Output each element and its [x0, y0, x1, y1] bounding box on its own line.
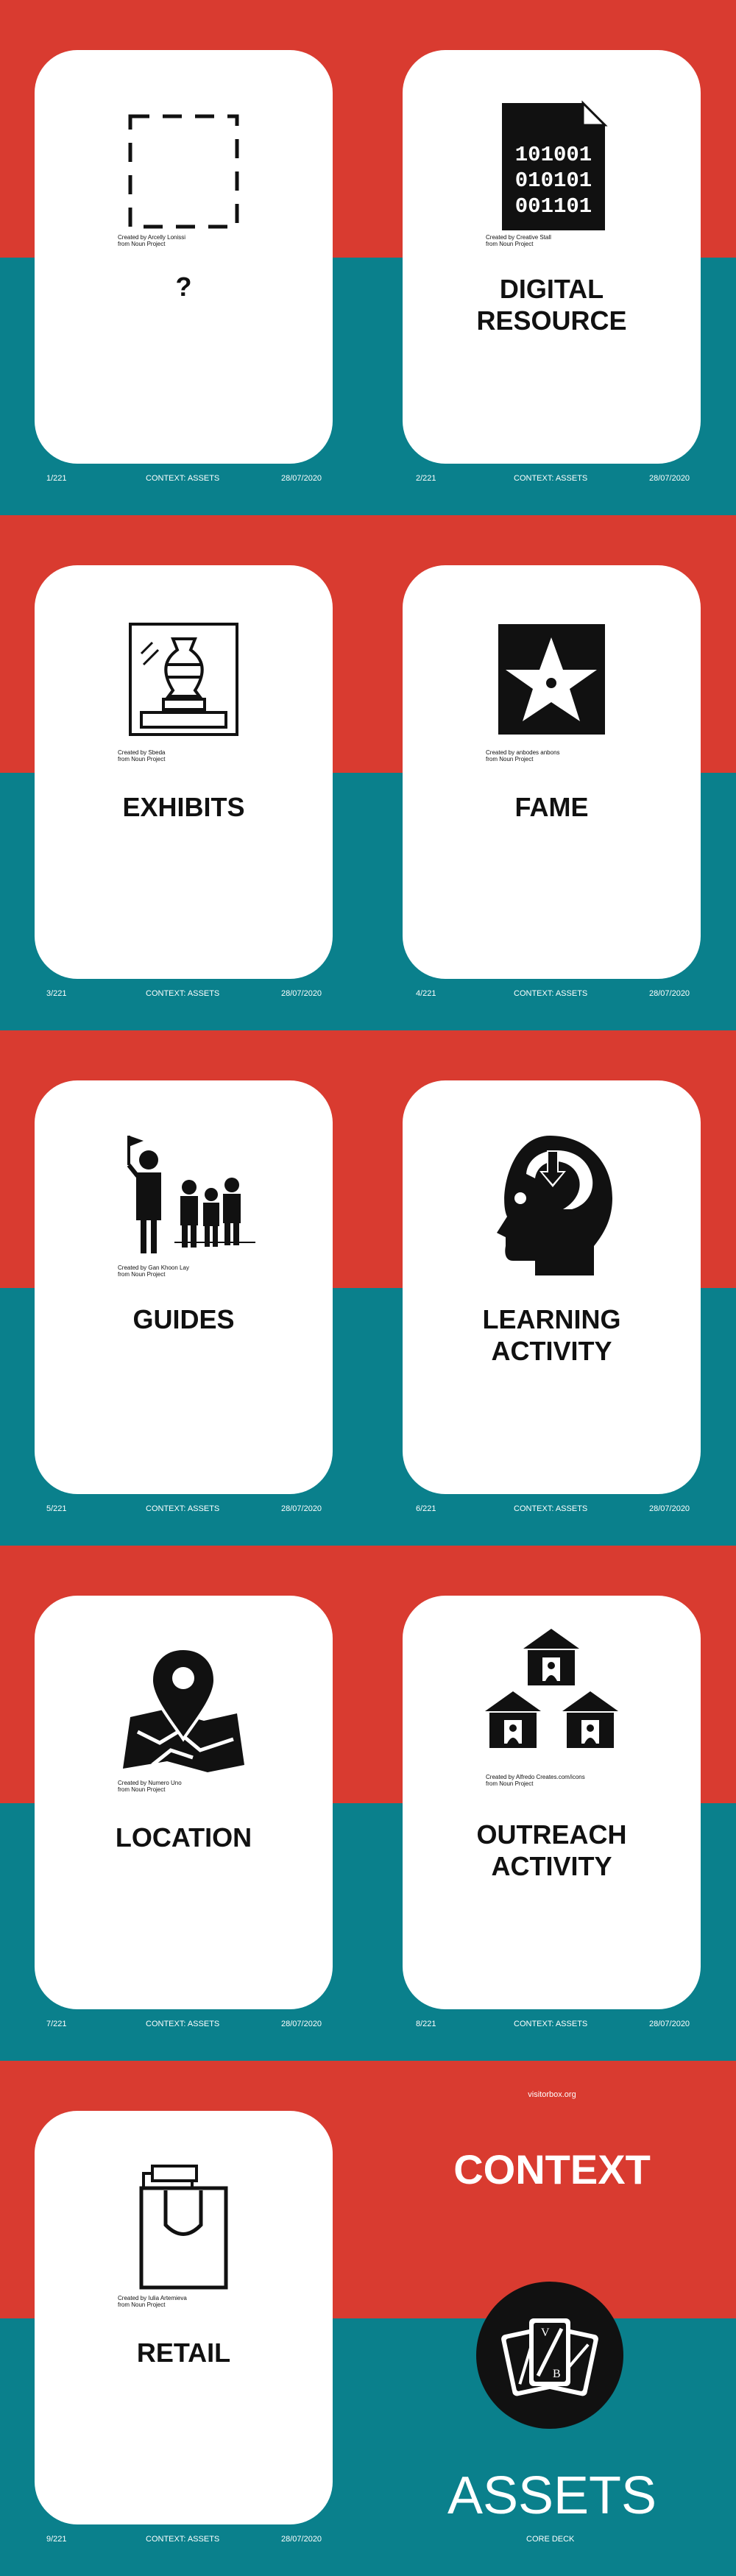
card-date: 28/07/2020 — [281, 2020, 322, 2028]
card-retail[interactable]: Created by Iulia Artemieva from Noun Proj… — [35, 2111, 333, 2524]
card-learning-activity[interactable]: LEARNING ACTIVITY — [403, 1080, 701, 1494]
card-row-1: Created by Arcelly Lonissi from Noun Proj… — [0, 0, 736, 515]
card-unknown[interactable]: Created by Arcelly Lonissi from Noun Proj… — [35, 50, 333, 464]
card-row-5: Created by Iulia Artemieva from Noun Proj… — [0, 2061, 736, 2576]
icon-credit: Created by Alfredo Creates.com/icons from… — [486, 1774, 585, 1787]
houses-people-icon — [476, 1625, 627, 1776]
icon-credit: Created by Gan Khoon Lay from Noun Projec… — [118, 1264, 189, 1278]
deck-subtitle: ASSETS — [447, 2466, 657, 2525]
card-date: 28/07/2020 — [649, 474, 690, 483]
card-fame[interactable]: Created by anbodes anbons from Noun Proje… — [403, 565, 701, 979]
card-date: 28/07/2020 — [649, 989, 690, 998]
svg-text:B: B — [553, 2368, 561, 2380]
icon-credit: Created by Numero Uno from Noun Project — [118, 1780, 182, 1793]
card-number: 6/221 — [416, 1504, 436, 1513]
icon-credit: Created by anbodes anbons from Noun Proje… — [486, 749, 560, 762]
card-number: 2/221 — [416, 474, 436, 483]
card-date: 28/07/2020 — [281, 989, 322, 998]
card-outreach-activity[interactable]: Created by Alfredo Creates.com/icons from… — [403, 1596, 701, 2009]
vase-exhibit-icon — [108, 609, 259, 760]
card-context: CONTEXT: ASSETS — [146, 2535, 220, 2544]
svg-text:001101: 001101 — [515, 194, 592, 219]
svg-text:010101: 010101 — [515, 169, 592, 193]
star-icon — [476, 609, 627, 760]
svg-text:101001: 101001 — [515, 143, 592, 167]
card-date: 28/07/2020 — [649, 1504, 690, 1513]
card-number: 3/221 — [46, 989, 67, 998]
card-date: 28/07/2020 — [281, 474, 322, 483]
card-number: 1/221 — [46, 474, 67, 483]
deck-name: CORE DECK — [526, 2535, 575, 2544]
card-label: GUIDES — [132, 1304, 235, 1334]
icon-credit: Created by Iulia Artemieva from Noun Proj… — [118, 2295, 187, 2308]
card-label: LEARNING ACTIVITY — [482, 1304, 621, 1366]
card-context: CONTEXT: ASSETS — [514, 989, 588, 998]
card-number: 7/221 — [46, 2020, 67, 2028]
vb-cards-logo-icon: V B — [476, 2282, 623, 2429]
icon-credit: Created by Creative Stall from Noun Proje… — [486, 234, 551, 247]
card-label: LOCATION — [115, 1822, 252, 1853]
card-context: CONTEXT: ASSETS — [514, 2020, 588, 2028]
card-number: 9/221 — [46, 2535, 67, 2544]
card-label: RETAIL — [136, 2338, 231, 2368]
card-number: 5/221 — [46, 1504, 67, 1513]
card-context: CONTEXT: ASSETS — [146, 1504, 220, 1513]
card-context: CONTEXT: ASSETS — [146, 989, 220, 998]
tour-guide-icon — [108, 1125, 259, 1275]
card-row-4: Created by Numero Uno from Noun Project L… — [0, 1546, 736, 2061]
card-context: CONTEXT: ASSETS — [146, 2020, 220, 2028]
svg-text:V: V — [541, 2326, 550, 2339]
card-row-2: Created by Sbeda from Noun Project EXHIBI… — [0, 515, 736, 1030]
card-location[interactable]: Created by Numero Uno from Noun Project L… — [35, 1596, 333, 2009]
card-context: CONTEXT: ASSETS — [514, 1504, 588, 1513]
card-label: DIGITAL RESOURCE — [476, 274, 627, 336]
deck-title: CONTEXT — [453, 2146, 651, 2193]
map-pin-icon — [108, 1640, 259, 1791]
dashed-square-icon — [108, 94, 259, 245]
card-exhibits[interactable]: Created by Sbeda from Noun Project EXHIBI… — [35, 565, 333, 979]
deck-cover: visitorbox.org CONTEXT V B ASSETS — [368, 2061, 736, 2576]
card-label: ? — [175, 272, 192, 302]
card-row-3: Created by Gan Khoon Lay from Noun Projec… — [0, 1030, 736, 1546]
card-label: FAME — [514, 792, 589, 822]
card-number: 4/221 — [416, 989, 436, 998]
learning-head-icon — [476, 1128, 627, 1279]
card-number: 8/221 — [416, 2020, 436, 2028]
icon-credit: Created by Sbeda from Noun Project — [118, 749, 166, 762]
icon-credit: Created by Arcelly Lonissi from Noun Proj… — [118, 234, 186, 247]
card-context: CONTEXT: ASSETS — [514, 474, 588, 483]
card-guides[interactable]: Created by Gan Khoon Lay from Noun Projec… — [35, 1080, 333, 1494]
website-link[interactable]: visitorbox.org — [368, 2090, 736, 2099]
binary-file-icon: 101001 010101 001101 — [476, 94, 627, 245]
shopping-bag-icon — [108, 2155, 259, 2306]
card-date: 28/07/2020 — [649, 2020, 690, 2028]
card-context: CONTEXT: ASSETS — [146, 474, 220, 483]
card-label: OUTREACH ACTIVITY — [476, 1819, 627, 1881]
card-digital-resource[interactable]: 101001 010101 001101 Created by Creative… — [403, 50, 701, 464]
card-date: 28/07/2020 — [281, 1504, 322, 1513]
card-label: EXHIBITS — [122, 792, 245, 822]
card-date: 28/07/2020 — [281, 2535, 322, 2544]
